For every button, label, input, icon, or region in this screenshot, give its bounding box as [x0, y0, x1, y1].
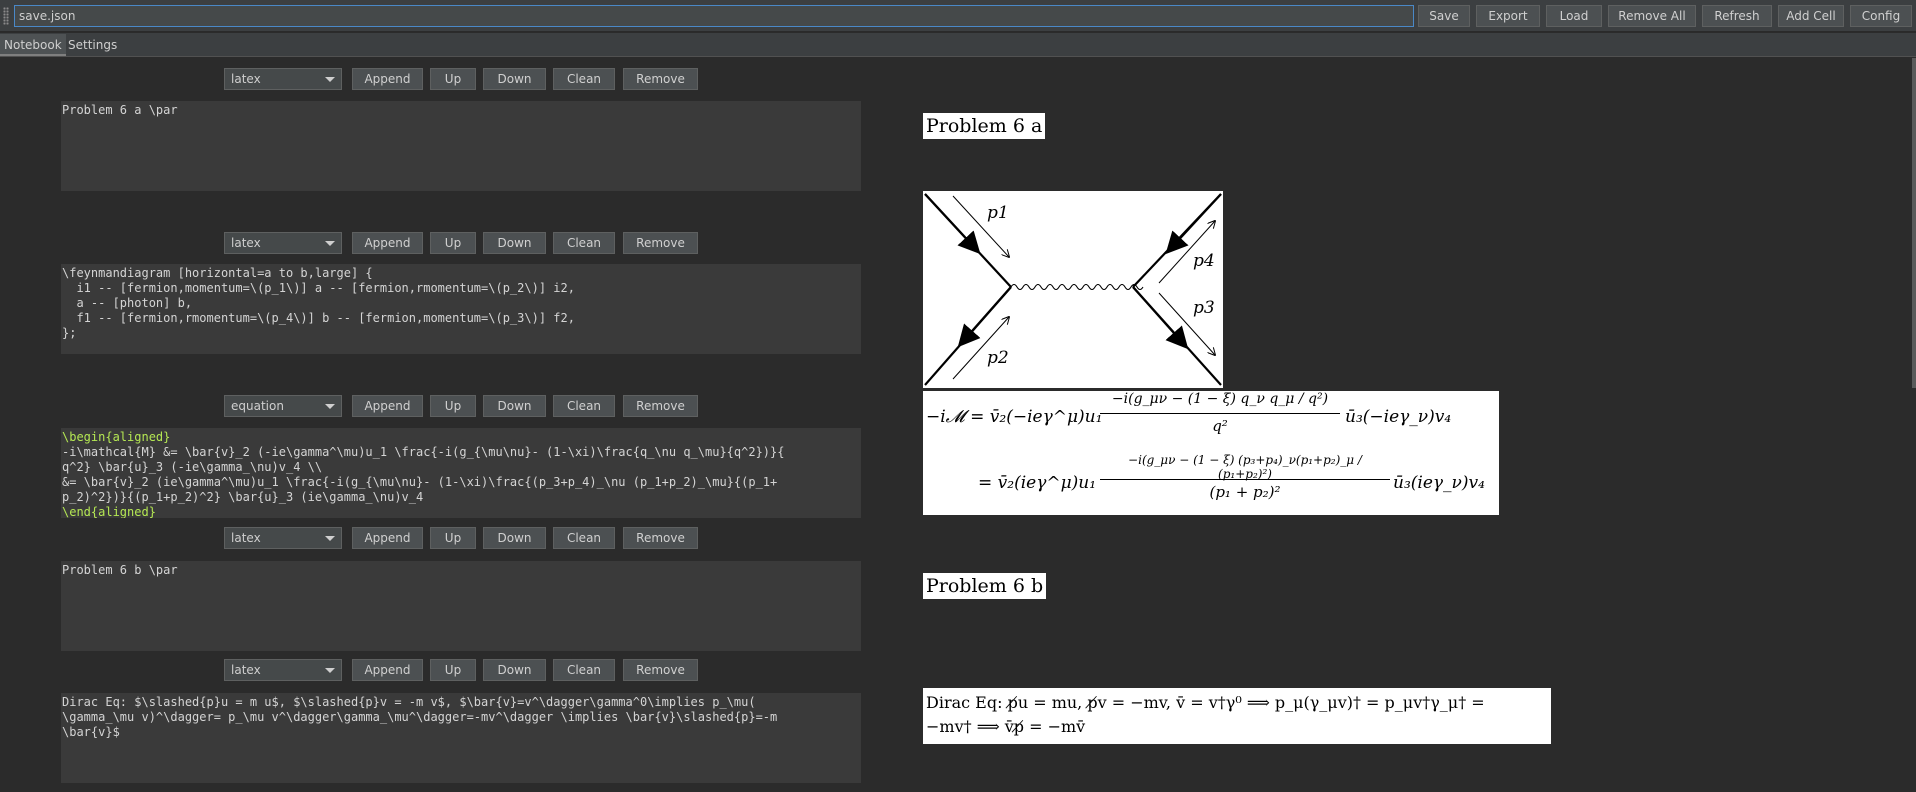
down-button[interactable]: Down — [483, 527, 546, 549]
load-button[interactable]: Load — [1546, 5, 1602, 27]
top-toolbar: Save Export Load Remove All Refresh Add … — [0, 0, 1916, 32]
append-button[interactable]: Append — [352, 232, 423, 254]
export-button[interactable]: Export — [1476, 5, 1540, 27]
clean-button[interactable]: Clean — [553, 232, 615, 254]
cell-editor[interactable]: Problem 6 b \par — [61, 561, 861, 651]
chevron-down-icon — [325, 668, 335, 673]
chevron-down-icon — [325, 241, 335, 246]
label-p4: p4 — [1193, 251, 1215, 271]
add-cell-button[interactable]: Add Cell — [1778, 5, 1844, 27]
remove-button[interactable]: Remove — [623, 527, 698, 549]
append-button[interactable]: Append — [352, 395, 423, 417]
up-button[interactable]: Up — [430, 659, 476, 681]
cell-type-select[interactable]: latex — [224, 527, 342, 549]
cell-type-select[interactable]: equation — [224, 395, 342, 417]
save-button[interactable]: Save — [1418, 5, 1470, 27]
clean-button[interactable]: Clean — [553, 395, 615, 417]
remove-button[interactable]: Remove — [623, 232, 698, 254]
cell-editor[interactable]: Problem 6 a \par — [61, 101, 861, 191]
rendered-heading-a: Problem 6 a — [923, 113, 1046, 139]
feynman-diagram-svg: p1 p4 p3 p2 — [924, 193, 1222, 386]
tab-settings[interactable]: Settings — [64, 34, 121, 56]
cell-type-select[interactable]: latex — [224, 68, 342, 90]
eq-line1-tail: ū₃(−ieγ_ν)v₄ — [1345, 407, 1452, 427]
label-p3: p3 — [1193, 298, 1215, 318]
eq-line1-lhs: −i𝓜 = v̄₂(−ieγ^μ)u₁ — [926, 407, 1103, 427]
config-button[interactable]: Config — [1850, 5, 1912, 27]
down-button[interactable]: Down — [483, 232, 546, 254]
cell-editor[interactable]: \begin{aligned} -i\mathcal{M} &= \bar{v}_… — [61, 428, 861, 518]
rendered-dirac: Dirac Eq: p̸u = mu, p̸v = −mv, v̄ = v†γ⁰… — [923, 688, 1551, 744]
eq-line1-denominator: q² — [1212, 417, 1228, 435]
eq-line2-lhs: = v̄₂(ieγ^μ)u₁ — [978, 473, 1097, 493]
label-p2: p2 — [987, 348, 1009, 368]
down-button[interactable]: Down — [483, 68, 546, 90]
drag-handle-icon[interactable] — [3, 7, 9, 25]
chevron-down-icon — [325, 404, 335, 409]
fraction-bar — [1100, 479, 1390, 480]
label-p1: p1 — [987, 203, 1009, 223]
refresh-button[interactable]: Refresh — [1702, 5, 1772, 27]
up-button[interactable]: Up — [430, 527, 476, 549]
feynman-diagram: p1 p4 p3 p2 — [923, 191, 1223, 388]
eq-line2-denominator: (p₁ + p₂)² — [1209, 483, 1281, 501]
eq-line2-tail: ū₃(ieγ_ν)v₄ — [1393, 473, 1485, 493]
chevron-down-icon — [325, 77, 335, 82]
up-button[interactable]: Up — [430, 68, 476, 90]
remove-button[interactable]: Remove — [623, 395, 698, 417]
down-button[interactable]: Down — [483, 659, 546, 681]
vertical-scrollbar[interactable] — [1912, 58, 1916, 388]
remove-all-button[interactable]: Remove All — [1608, 5, 1696, 27]
cell-editor[interactable]: Dirac Eq: $\slashed{p}u = m u$, $\slashe… — [61, 693, 861, 783]
cell-type-select[interactable]: latex — [224, 659, 342, 681]
cell-type-select[interactable]: latex — [224, 232, 342, 254]
tab-bar: Notebook Settings — [0, 33, 1916, 57]
append-button[interactable]: Append — [352, 68, 423, 90]
chevron-down-icon — [325, 536, 335, 541]
clean-button[interactable]: Clean — [553, 659, 615, 681]
dirac-line1: Dirac Eq: p̸u = mu, p̸v = −mv, v̄ = v†γ⁰… — [926, 693, 1485, 712]
photon-line — [1010, 283, 1144, 291]
append-button[interactable]: Append — [352, 659, 423, 681]
clean-button[interactable]: Clean — [553, 527, 615, 549]
rendered-equation: −i𝓜 = v̄₂(−ieγ^μ)u₁ −i(g_μν − (1 − ξ) q_… — [923, 391, 1499, 515]
tab-notebook[interactable]: Notebook — [0, 34, 66, 56]
rendered-heading-b: Problem 6 b — [923, 573, 1047, 599]
fraction-bar — [1100, 413, 1340, 414]
eq-line2-numerator: −i(g_μν − (1 − ξ) (p₃+p₄)_ν(p₁+p₂)_μ / (… — [1128, 453, 1362, 481]
up-button[interactable]: Up — [430, 395, 476, 417]
clean-button[interactable]: Clean — [553, 68, 615, 90]
notebook-panel: latex Append Up Down Clean Remove Proble… — [0, 58, 1916, 792]
up-button[interactable]: Up — [430, 232, 476, 254]
down-button[interactable]: Down — [483, 395, 546, 417]
remove-button[interactable]: Remove — [623, 659, 698, 681]
cell-editor[interactable]: \feynmandiagram [horizontal=a to b,large… — [61, 264, 861, 354]
append-button[interactable]: Append — [352, 527, 423, 549]
filename-input[interactable] — [14, 5, 1414, 27]
eq-line1-numerator: −i(g_μν − (1 − ξ) q_ν q_μ / q²) — [1111, 391, 1329, 407]
dirac-line2: −mv† ⟹ v̄p̸ = −mv̄ — [926, 717, 1086, 736]
remove-button[interactable]: Remove — [623, 68, 698, 90]
